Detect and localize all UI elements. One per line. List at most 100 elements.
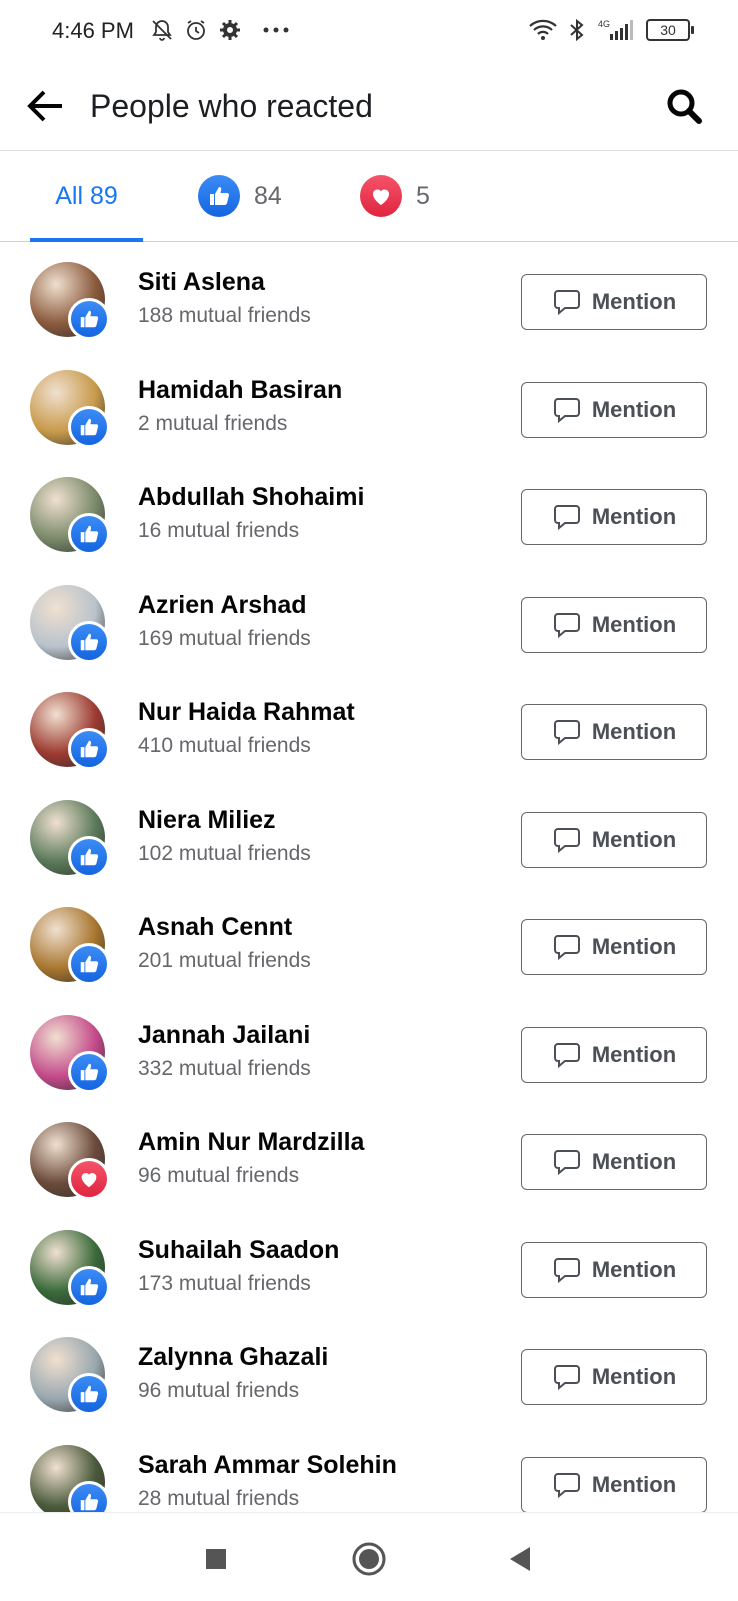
recents-square-icon [204, 1547, 228, 1576]
tab-love-count: 5 [416, 181, 430, 210]
mention-label: Mention [591, 1041, 677, 1067]
mention-label: Mention [591, 504, 677, 529]
like-icon [68, 298, 110, 340]
alarm-icon [184, 18, 208, 42]
person-name[interactable]: Niera Miliez [138, 806, 276, 835]
mention-button[interactable]: Mention [521, 489, 707, 545]
mutual-friends: 201 mutual friends [138, 949, 311, 972]
mention-button[interactable]: Mention [521, 811, 707, 868]
like-icon [68, 405, 110, 448]
signal-icon: 4G [596, 18, 636, 42]
mention-label: Mention [591, 611, 677, 637]
bluetooth-icon [568, 18, 586, 42]
mention-button[interactable]: Mention [521, 1026, 707, 1083]
person-name[interactable]: Zalynna Ghazali [138, 1343, 328, 1372]
more-dots-icon [262, 18, 290, 42]
tab-all[interactable]: All 89 [30, 151, 143, 242]
list-item[interactable]: Azrien Arshad 169 mutual friends Mention [0, 565, 738, 673]
mention-button[interactable]: Mention [521, 381, 707, 438]
mention-label: Mention [591, 1364, 677, 1389]
list-item[interactable]: Siti Aslena 188 mutual friends Mention [0, 242, 738, 350]
list-item[interactable]: Hamidah Basiran 2 mutual friends Mention [0, 350, 738, 458]
love-icon [68, 1158, 110, 1200]
list-item[interactable]: Jannah Jailani 332 mutual friends Mention [0, 995, 738, 1103]
tab-all-label: All 89 [55, 181, 118, 210]
home-circle-icon [351, 1541, 387, 1582]
tab-love[interactable]: 5 [360, 151, 430, 241]
mutual-friends: 28 mutual friends [138, 1486, 300, 1510]
mention-button[interactable]: Mention [521, 596, 707, 653]
comment-bubble-icon [552, 932, 582, 962]
list-item[interactable]: Suhailah Saadon 173 mutual friends Mention [0, 1210, 738, 1318]
comment-bubble-icon [552, 825, 582, 855]
mute-bell-icon [150, 18, 174, 42]
mention-button[interactable]: Mention [521, 274, 707, 330]
back-nav-button[interactable] [500, 1541, 540, 1581]
mutual-friends: 16 mutual friends [138, 519, 300, 542]
comment-bubble-icon [552, 717, 582, 747]
person-name[interactable]: Azrien Arshad [138, 591, 307, 620]
person-name[interactable]: Sarah Ammar Solehin [138, 1451, 397, 1480]
person-name[interactable]: Abdullah Shohaimi [138, 483, 364, 512]
mention-button[interactable]: Mention [521, 1456, 707, 1513]
person-name[interactable]: Jannah Jailani [138, 1021, 310, 1050]
mutual-friends: 332 mutual friends [138, 1056, 311, 1080]
tab-like[interactable]: 84 [198, 151, 282, 241]
comment-bubble-icon [552, 1362, 582, 1392]
home-button[interactable] [349, 1541, 389, 1581]
mention-label: Mention [591, 396, 677, 422]
back-button[interactable] [22, 84, 70, 132]
person-name[interactable]: Hamidah Basiran [138, 376, 342, 405]
like-icon [68, 835, 110, 878]
mention-label: Mention [591, 1149, 677, 1174]
list-item[interactable]: Zalynna Ghazali 96 mutual friends Mention [0, 1317, 738, 1425]
like-icon [68, 943, 110, 985]
mention-button[interactable]: Mention [521, 1241, 707, 1298]
recents-button[interactable] [196, 1541, 236, 1581]
like-icon [68, 513, 110, 555]
back-triangle-icon [506, 1545, 534, 1578]
mention-button[interactable]: Mention [521, 704, 707, 760]
comment-bubble-icon [552, 395, 582, 425]
person-name[interactable]: Asnah Cennt [138, 913, 292, 942]
wifi-icon [528, 18, 558, 42]
like-icon [68, 620, 110, 663]
person-name[interactable]: Nur Haida Rahmat [138, 698, 355, 727]
mention-button[interactable]: Mention [521, 919, 707, 975]
mention-label: Mention [591, 1256, 677, 1282]
person-name[interactable]: Amin Nur Mardzilla [138, 1128, 364, 1157]
mention-label: Mention [591, 289, 677, 314]
person-name[interactable]: Siti Aslena [138, 268, 265, 297]
mention-button[interactable]: Mention [521, 1349, 707, 1405]
mutual-friends: 410 mutual friends [138, 734, 311, 757]
like-icon [198, 175, 240, 217]
list-item[interactable]: Amin Nur Mardzilla 96 mutual friends Menti… [0, 1102, 738, 1210]
list-item[interactable]: Abdullah Shohaimi 16 mutual friends Mentio… [0, 457, 738, 565]
arrow-left-icon [26, 86, 66, 131]
search-button[interactable] [660, 84, 708, 132]
list-item[interactable]: Asnah Cennt 201 mutual friends Mention [0, 887, 738, 995]
comment-bubble-icon [552, 1147, 582, 1177]
like-icon [68, 1373, 110, 1415]
comment-bubble-icon [552, 1470, 582, 1500]
mutual-friends: 96 mutual friends [138, 1164, 300, 1187]
comment-bubble-icon [552, 1255, 582, 1285]
mention-label: Mention [591, 719, 677, 744]
status-time: 4:46 PM [52, 18, 134, 43]
mention-label: Mention [591, 1471, 677, 1497]
battery-icon: 30 [646, 19, 694, 41]
mutual-friends: 96 mutual friends [138, 1379, 300, 1402]
system-nav-bar [0, 1512, 738, 1601]
mention-label: Mention [591, 826, 677, 852]
people-list: Siti Aslena 188 mutual friends Mention Hami… [0, 242, 738, 1532]
mention-button[interactable]: Mention [521, 1134, 707, 1190]
mention-label: Mention [591, 934, 677, 959]
comment-bubble-icon [552, 287, 582, 317]
list-item[interactable]: Niera Miliez 102 mutual friends Mention [0, 780, 738, 888]
list-item[interactable]: Nur Haida Rahmat 410 mutual friends Mentio… [0, 672, 738, 780]
comment-bubble-icon [552, 1040, 582, 1070]
person-name[interactable]: Suhailah Saadon [138, 1236, 339, 1265]
reaction-tabs: All 89 84 5 [0, 151, 738, 242]
status-bar: 4:46 PM 4G 30 [0, 0, 738, 66]
love-icon [360, 175, 402, 217]
